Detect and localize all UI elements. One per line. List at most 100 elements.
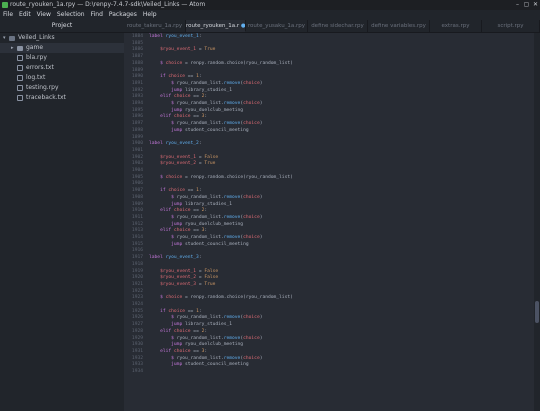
code-token: choice bbox=[173, 208, 191, 214]
code-token: : bbox=[204, 228, 208, 234]
menu-view[interactable]: View bbox=[34, 10, 54, 20]
line-number: 1930 bbox=[131, 342, 143, 348]
tab-label: route_ryouken_1a.r bbox=[186, 23, 240, 29]
line-number: 1893 bbox=[131, 94, 143, 100]
tree-item-file[interactable]: errors.txt bbox=[0, 63, 124, 73]
code-token: library_studies_1 bbox=[184, 87, 233, 93]
tab-define-variables[interactable]: define variables.rpy bbox=[368, 20, 430, 32]
code-token: : bbox=[198, 74, 202, 80]
code-line: label ryou_event_2: bbox=[149, 141, 202, 148]
code-token: choice bbox=[165, 60, 183, 66]
code-line: $ ryou_random_list.remove(choice) bbox=[149, 235, 262, 242]
code-token: choice bbox=[168, 308, 185, 314]
code-line: $ choice = renpy.random.choice(ryou_rand… bbox=[149, 175, 293, 182]
code-token: jump bbox=[171, 107, 185, 113]
code-token: choice bbox=[173, 328, 191, 334]
code-line: jump ryou_duelclub_meeting bbox=[149, 342, 243, 349]
code-token: : bbox=[198, 141, 202, 147]
maximize-icon[interactable]: ▢ bbox=[522, 0, 531, 10]
modified-indicator-icon: ● bbox=[240, 23, 246, 29]
menu-edit[interactable]: Edit bbox=[16, 10, 34, 20]
code-token: choice bbox=[243, 315, 260, 321]
code-token: $ryou_event_3 bbox=[160, 281, 197, 287]
tab-label: script.rpy bbox=[497, 23, 524, 29]
tab-script[interactable]: script.rpy bbox=[482, 20, 540, 32]
file-icon bbox=[17, 55, 23, 61]
code-token: elif bbox=[160, 348, 174, 354]
code-line: $ choice = renpy.random.choice(ryou_rand… bbox=[149, 61, 293, 68]
line-number: 1921 bbox=[131, 281, 143, 287]
code-token: = renpy.random.choice(ryou_random_list) bbox=[182, 60, 293, 66]
code-token: == bbox=[185, 308, 197, 314]
code-token: jump bbox=[171, 342, 185, 348]
code-token: choice bbox=[173, 114, 191, 120]
tab-extras[interactable]: extras.rpy bbox=[430, 20, 482, 32]
code-token: jump bbox=[171, 127, 185, 133]
window-controls: – ▢ ✕ bbox=[513, 0, 540, 10]
code-token: choice bbox=[165, 174, 183, 180]
tab-route-ryouken[interactable]: route_ryouken_1a.r ● bbox=[186, 20, 246, 32]
code-line: $ryou_event_3 = True bbox=[149, 282, 215, 289]
code-token: True bbox=[204, 281, 216, 287]
menu-packages[interactable]: Packages bbox=[106, 10, 140, 20]
tree-item-file[interactable]: testing.rpy bbox=[0, 83, 124, 93]
tree-item-game[interactable]: ▸ game bbox=[0, 43, 124, 53]
editor-scrollbar[interactable] bbox=[534, 33, 540, 411]
tree-item-file[interactable]: bla.rpy bbox=[0, 53, 124, 63]
code-token: jump bbox=[171, 87, 185, 93]
project-panel-header: Project bbox=[0, 20, 124, 33]
code-token: ) bbox=[259, 121, 263, 127]
menu-selection[interactable]: Selection bbox=[54, 10, 88, 20]
line-number: 1891 bbox=[131, 80, 143, 86]
tree-item-file[interactable]: log.txt bbox=[0, 73, 124, 83]
scrollbar-thumb[interactable] bbox=[535, 301, 539, 323]
line-number: 1904 bbox=[131, 168, 143, 173]
code-editor[interactable]: 1884 1885 1886 1887 1888 1889 1890 1891 1892 1893… bbox=[124, 33, 534, 411]
close-icon[interactable]: ✕ bbox=[531, 0, 540, 10]
code-token: ryou_random_list. bbox=[176, 214, 224, 220]
menu-file[interactable]: File bbox=[0, 10, 16, 20]
file-icon bbox=[17, 75, 23, 81]
code-token: : bbox=[204, 208, 208, 214]
code-token: remove bbox=[223, 121, 241, 127]
minimize-icon[interactable]: – bbox=[513, 0, 522, 10]
tab-route-yusaku[interactable]: route_yusaku_1a.rpy bbox=[246, 20, 308, 32]
code-token: library_studies_1 bbox=[184, 201, 233, 207]
code-token: ryou_random_list. bbox=[176, 101, 224, 106]
line-number: 1923 bbox=[131, 295, 143, 301]
code-token: ryou_duelclub_meeting bbox=[184, 221, 244, 227]
line-number: 1933 bbox=[131, 362, 143, 368]
code-token: ryou_random_list. bbox=[176, 335, 224, 341]
tab-route-takeru[interactable]: route_takeru_1a.rpy bbox=[124, 20, 186, 32]
tab-define-sidechar[interactable]: define sidechar.rpy bbox=[308, 20, 368, 32]
code-token: choice bbox=[165, 295, 183, 301]
code-token: ) bbox=[259, 194, 263, 200]
menu-help[interactable]: Help bbox=[140, 10, 160, 20]
line-number: 1931 bbox=[131, 348, 143, 354]
code-token: choice bbox=[173, 94, 191, 100]
code-token: student_council_meeting bbox=[184, 127, 249, 133]
code-line: jump student_council_meeting bbox=[149, 242, 248, 249]
code-token: ryou_random_list. bbox=[176, 315, 224, 321]
code-token: elif bbox=[160, 328, 174, 334]
code-token: False bbox=[204, 275, 219, 281]
tree-root[interactable]: ▾ Veiled_Links bbox=[0, 33, 124, 43]
code-token: = renpy.random.choice(ryou_random_list) bbox=[182, 295, 293, 301]
line-number: 1901 bbox=[131, 147, 143, 153]
code-token: student_council_meeting bbox=[184, 362, 249, 368]
menu-find[interactable]: Find bbox=[88, 10, 106, 20]
line-number: 1908 bbox=[131, 194, 143, 200]
menu-bar: File Edit View Selection Find Packages Help bbox=[0, 10, 540, 20]
code-token: == bbox=[185, 74, 197, 80]
code-token: ryou_random_list. bbox=[176, 121, 224, 127]
tree-item-file[interactable]: traceback.txt bbox=[0, 93, 124, 103]
